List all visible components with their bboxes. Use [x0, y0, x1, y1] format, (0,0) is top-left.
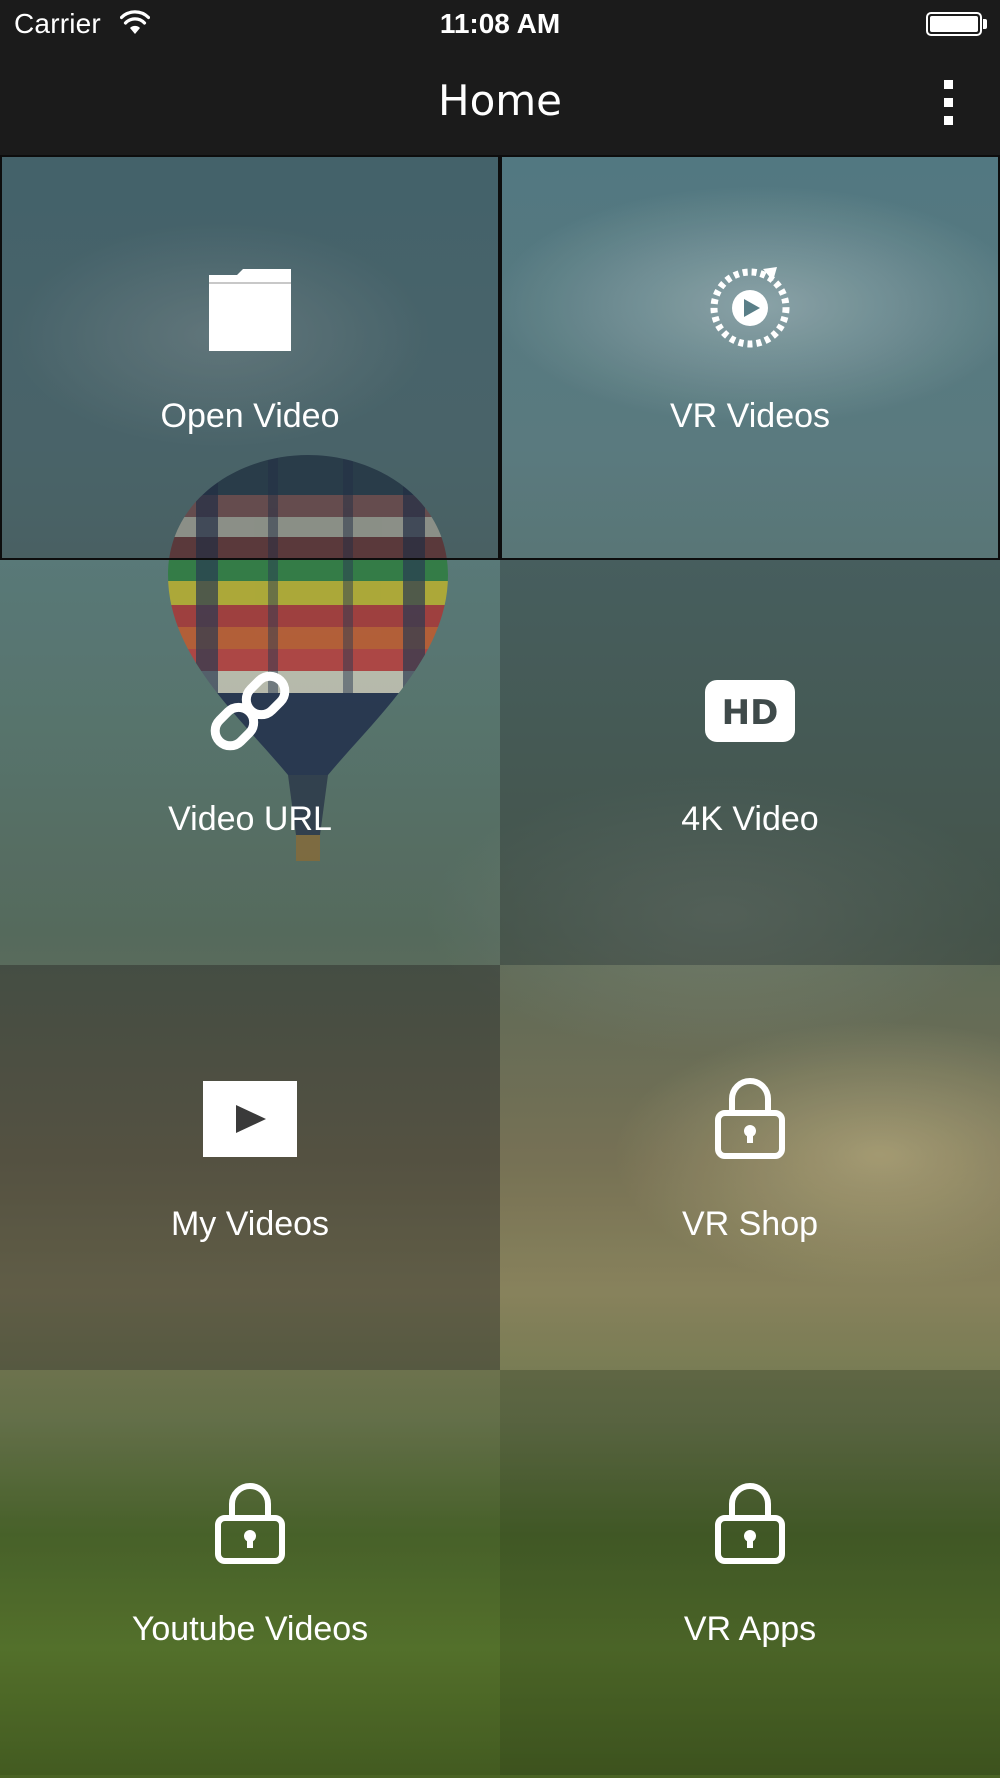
page-title: Home: [437, 76, 563, 125]
vr-shop-tile[interactable]: VR Shop: [500, 965, 1000, 1370]
more-vertical-icon-dot: [944, 116, 953, 125]
battery-tip: [983, 19, 987, 29]
lock-icon: [215, 1483, 285, 1564]
battery-icon: [926, 12, 982, 36]
nav-bar: Home: [0, 50, 1000, 155]
vr-play-icon: [710, 267, 790, 348]
more-vertical-icon-dot: [944, 98, 953, 107]
battery-level: [930, 16, 978, 32]
folder-icon: [209, 269, 291, 351]
tile-label-vr-apps: VR Apps: [683, 1610, 817, 1648]
tile-label-youtube-videos: Youtube Videos: [131, 1610, 369, 1648]
tile-label-4k-video: 4K Video: [681, 800, 819, 838]
youtube-videos-tile[interactable]: Youtube Videos: [0, 1370, 500, 1775]
hd-icon: HD: [705, 680, 795, 742]
link-icon: [210, 671, 290, 751]
video-url-tile[interactable]: Video URL: [0, 560, 500, 965]
svg-text:HD: HD: [722, 693, 779, 733]
lock-icon: [715, 1483, 785, 1564]
4k-video-tile[interactable]: HD 4K Video: [500, 560, 1000, 965]
status-bar: Carrier 11:08 AM: [0, 0, 1000, 50]
tile-label-vr-videos: VR Videos: [669, 397, 831, 435]
my-videos-tile[interactable]: My Videos: [0, 965, 500, 1370]
tile-label-vr-shop: VR Shop: [681, 1205, 819, 1243]
tile-label-video-url: Video URL: [168, 800, 332, 838]
open-video-tile[interactable]: Open Video: [0, 155, 500, 560]
home-grid: Open Video VR Videos Video URL HD 4K Vid…: [0, 155, 1000, 1778]
play-box-icon: [203, 1081, 297, 1157]
more-options-button[interactable]: [928, 72, 968, 132]
tile-label-open-video: Open Video: [160, 397, 340, 435]
tile-label-my-videos: My Videos: [170, 1205, 330, 1243]
vr-videos-tile[interactable]: VR Videos: [500, 155, 1000, 560]
more-vertical-icon: [944, 80, 953, 89]
lock-icon: [715, 1078, 785, 1159]
status-time: 11:08 AM: [439, 8, 561, 39]
vr-apps-tile[interactable]: VR Apps: [500, 1370, 1000, 1775]
